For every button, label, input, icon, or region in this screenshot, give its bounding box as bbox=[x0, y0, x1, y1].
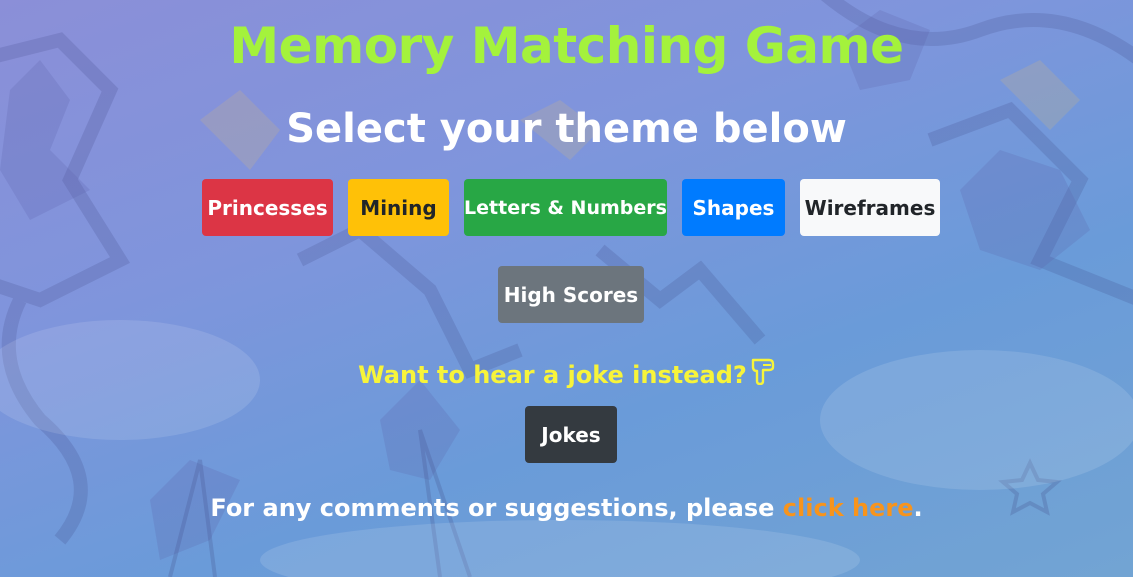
page-title: Memory Matching Game bbox=[229, 17, 904, 75]
footer-text-after: . bbox=[913, 494, 923, 522]
theme-shapes-button[interactable]: Shapes bbox=[682, 179, 785, 236]
main-content: Memory Matching Game Select your theme b… bbox=[0, 0, 1133, 577]
page-subtitle: Select your theme below bbox=[286, 106, 847, 152]
joke-prompt-text: Want to hear a joke instead? bbox=[358, 361, 747, 389]
feedback-link[interactable]: click here bbox=[783, 494, 914, 522]
jokes-button[interactable]: Jokes bbox=[525, 406, 617, 463]
joke-prompt: Want to hear a joke instead? bbox=[0, 357, 1133, 395]
theme-mining-button[interactable]: Mining bbox=[348, 179, 449, 236]
theme-princesses-button[interactable]: Princesses bbox=[202, 179, 333, 236]
high-scores-button[interactable]: High Scores bbox=[498, 266, 644, 323]
feedback-footer: For any comments or suggestions, please … bbox=[0, 490, 1133, 526]
footer-text-before: For any comments or suggestions, please bbox=[210, 494, 783, 522]
pointing-down-hand-icon-svg bbox=[751, 358, 775, 386]
theme-wireframes-button[interactable]: Wireframes bbox=[800, 179, 940, 236]
theme-letters-numbers-button[interactable]: Letters & Numbers bbox=[464, 179, 667, 236]
pointing-down-hand-icon bbox=[749, 357, 775, 395]
